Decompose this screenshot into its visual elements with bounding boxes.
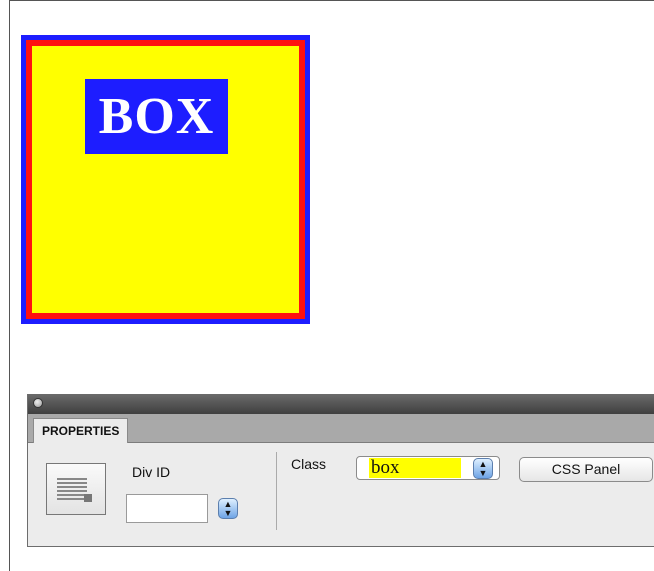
panel-tabstrip: PROPERTIES	[28, 414, 654, 444]
panel-titlebar[interactable]	[28, 394, 654, 414]
tab-properties[interactable]: PROPERTIES	[33, 418, 129, 444]
box-div[interactable]: BOX	[21, 35, 310, 324]
class-select[interactable]: box ▲ ▼	[356, 456, 500, 480]
close-dot-icon[interactable]	[33, 398, 43, 408]
box-border-red: BOX	[26, 40, 305, 319]
class-label: Class	[291, 456, 327, 472]
div-id-label: Div ID	[132, 464, 171, 480]
box-content-area: BOX	[32, 46, 299, 313]
document-left-edge	[9, 0, 10, 571]
div-element-icon	[46, 463, 106, 515]
class-selected-value: box	[369, 458, 461, 478]
div-id-field[interactable]	[126, 494, 208, 523]
css-panel-button[interactable]: CSS Panel	[519, 457, 653, 482]
panel-separator	[276, 452, 277, 530]
class-stepper-icon[interactable]: ▲ ▼	[473, 458, 493, 479]
box-heading-text: BOX	[85, 79, 228, 154]
properties-content: Div ID ▲ ▼ Class box ▲ ▼ CSS Panel	[28, 443, 654, 546]
document-top-edge	[9, 0, 654, 1]
properties-panel: PROPERTIES Div ID ▲ ▼ Class box ▲ ▼ CSS Pa…	[27, 394, 654, 547]
div-id-stepper-icon[interactable]: ▲ ▼	[218, 498, 238, 519]
